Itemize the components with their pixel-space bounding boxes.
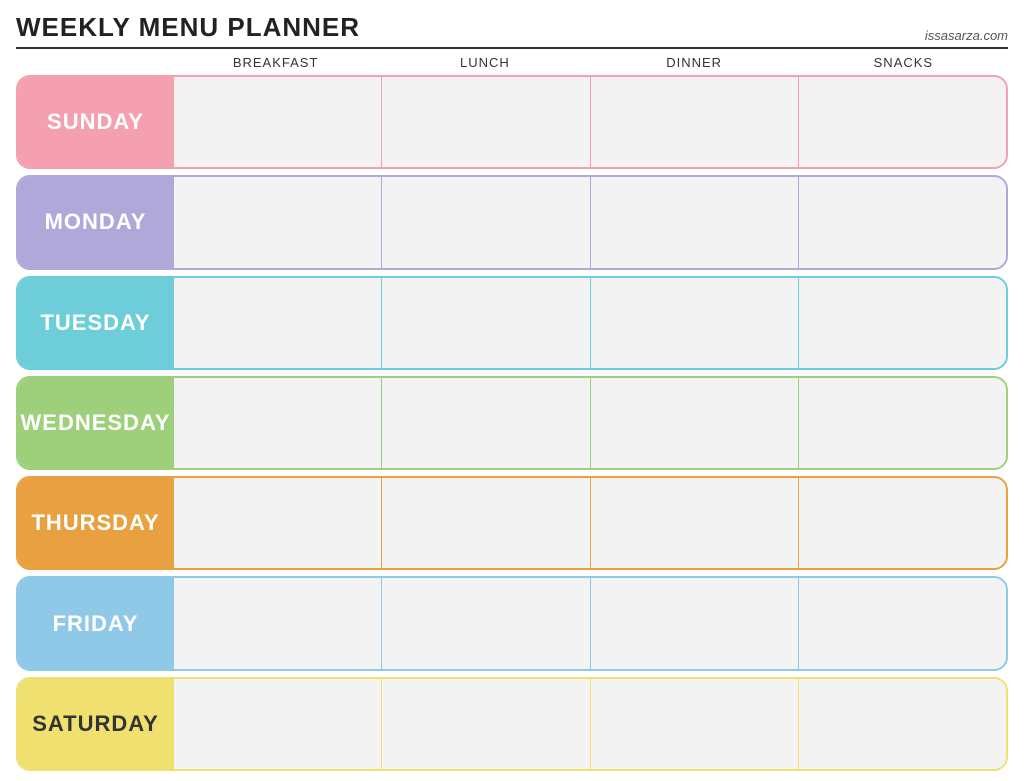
thursday-snacks[interactable]	[798, 478, 1006, 568]
monday-lunch[interactable]	[381, 177, 589, 267]
page: Weekly Menu Planner issasarza.com Breakf…	[0, 0, 1024, 781]
row-monday: Monday	[16, 175, 1008, 269]
col-header-snacks: Snacks	[799, 55, 1008, 70]
tuesday-breakfast[interactable]	[173, 278, 381, 368]
row-friday: Friday	[16, 576, 1008, 670]
sunday-breakfast[interactable]	[173, 77, 381, 167]
wednesday-snacks[interactable]	[798, 378, 1006, 468]
friday-breakfast[interactable]	[173, 578, 381, 668]
row-tuesday: Tuesday	[16, 276, 1008, 370]
thursday-breakfast[interactable]	[173, 478, 381, 568]
column-headers: Breakfast Lunch Dinner Snacks	[16, 55, 1008, 70]
saturday-dinner[interactable]	[590, 679, 798, 769]
sunday-lunch[interactable]	[381, 77, 589, 167]
wednesday-breakfast[interactable]	[173, 378, 381, 468]
page-header: Weekly Menu Planner issasarza.com	[16, 12, 1008, 49]
sunday-dinner[interactable]	[590, 77, 798, 167]
saturday-snacks[interactable]	[798, 679, 1006, 769]
thursday-dinner[interactable]	[590, 478, 798, 568]
row-sunday: Sunday	[16, 75, 1008, 169]
day-label-thursday: Thursday	[18, 478, 173, 568]
tuesday-dinner[interactable]	[590, 278, 798, 368]
friday-dinner[interactable]	[590, 578, 798, 668]
planner-grid: Sunday Monday Tuesday Wednesday	[16, 75, 1008, 771]
page-title: Weekly Menu Planner	[16, 12, 360, 43]
day-label-saturday: Saturday	[18, 679, 173, 769]
monday-dinner[interactable]	[590, 177, 798, 267]
day-label-friday: Friday	[18, 578, 173, 668]
tuesday-lunch[interactable]	[381, 278, 589, 368]
day-label-wednesday: Wednesday	[18, 378, 173, 468]
col-header-lunch: Lunch	[380, 55, 589, 70]
row-thursday: Thursday	[16, 476, 1008, 570]
col-header-breakfast: Breakfast	[171, 55, 380, 70]
friday-snacks[interactable]	[798, 578, 1006, 668]
website-label: issasarza.com	[925, 28, 1008, 43]
sunday-snacks[interactable]	[798, 77, 1006, 167]
row-saturday: Saturday	[16, 677, 1008, 771]
tuesday-snacks[interactable]	[798, 278, 1006, 368]
saturday-breakfast[interactable]	[173, 679, 381, 769]
wednesday-lunch[interactable]	[381, 378, 589, 468]
col-header-empty	[16, 55, 171, 70]
row-wednesday: Wednesday	[16, 376, 1008, 470]
col-header-dinner: Dinner	[590, 55, 799, 70]
wednesday-dinner[interactable]	[590, 378, 798, 468]
day-label-monday: Monday	[18, 177, 173, 267]
day-label-sunday: Sunday	[18, 77, 173, 167]
thursday-lunch[interactable]	[381, 478, 589, 568]
friday-lunch[interactable]	[381, 578, 589, 668]
monday-snacks[interactable]	[798, 177, 1006, 267]
day-label-tuesday: Tuesday	[18, 278, 173, 368]
monday-breakfast[interactable]	[173, 177, 381, 267]
saturday-lunch[interactable]	[381, 679, 589, 769]
